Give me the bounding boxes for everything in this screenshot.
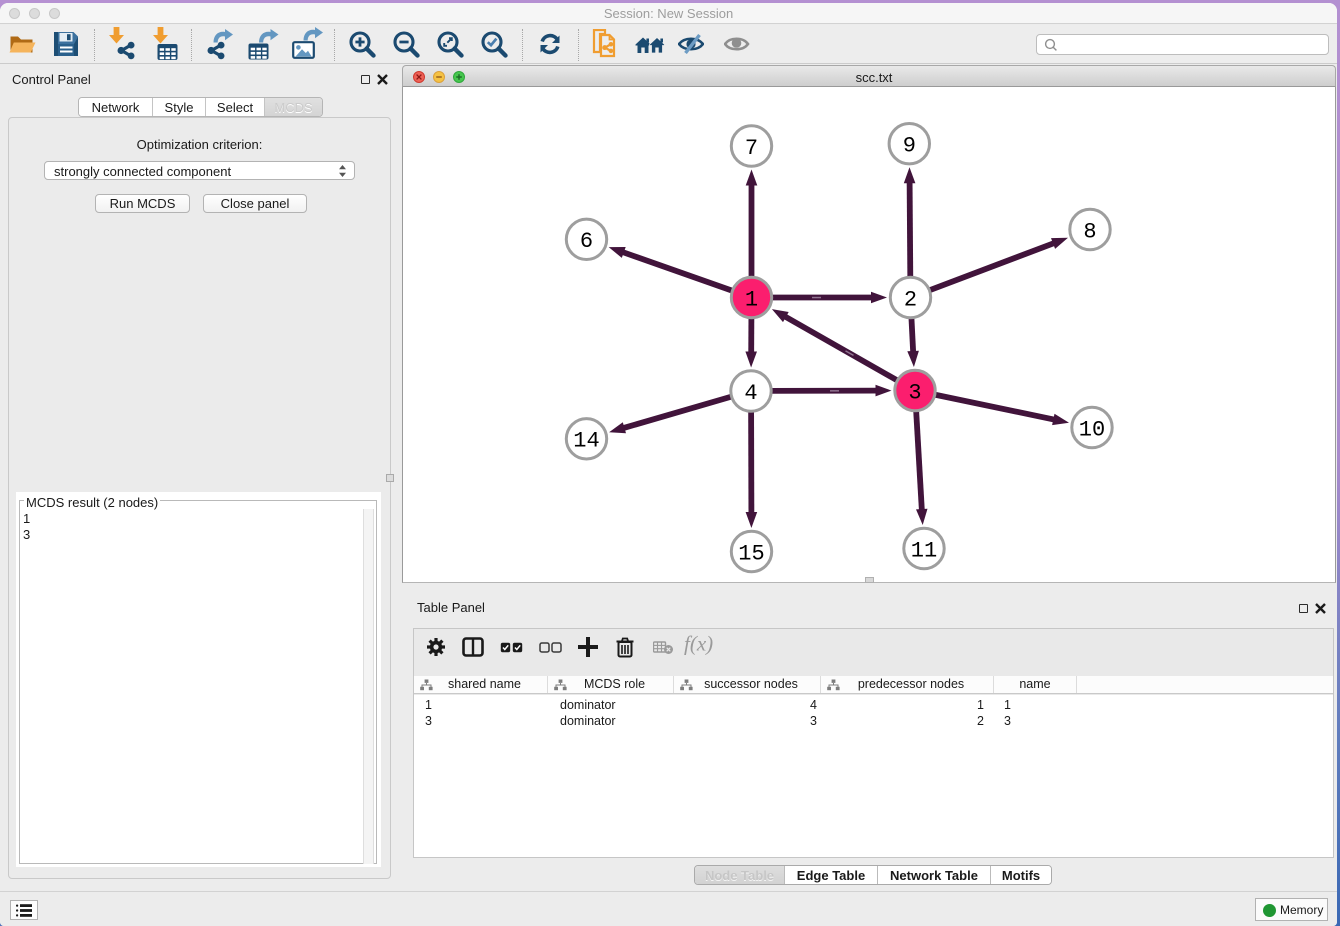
svg-text:8: 8 bbox=[1083, 219, 1096, 244]
svg-text:1: 1 bbox=[745, 287, 758, 312]
svg-text:10: 10 bbox=[1079, 417, 1105, 442]
svg-text:15: 15 bbox=[738, 541, 764, 566]
svg-text:6: 6 bbox=[580, 229, 593, 254]
svg-text:4: 4 bbox=[744, 381, 757, 406]
svg-text:11: 11 bbox=[911, 538, 937, 563]
svg-text:14: 14 bbox=[573, 429, 599, 454]
svg-text:9: 9 bbox=[903, 134, 916, 159]
svg-text:7: 7 bbox=[745, 136, 758, 161]
svg-text:f(x): f(x) bbox=[684, 635, 713, 655]
svg-text:3: 3 bbox=[908, 380, 921, 405]
svg-text:2: 2 bbox=[904, 287, 917, 312]
